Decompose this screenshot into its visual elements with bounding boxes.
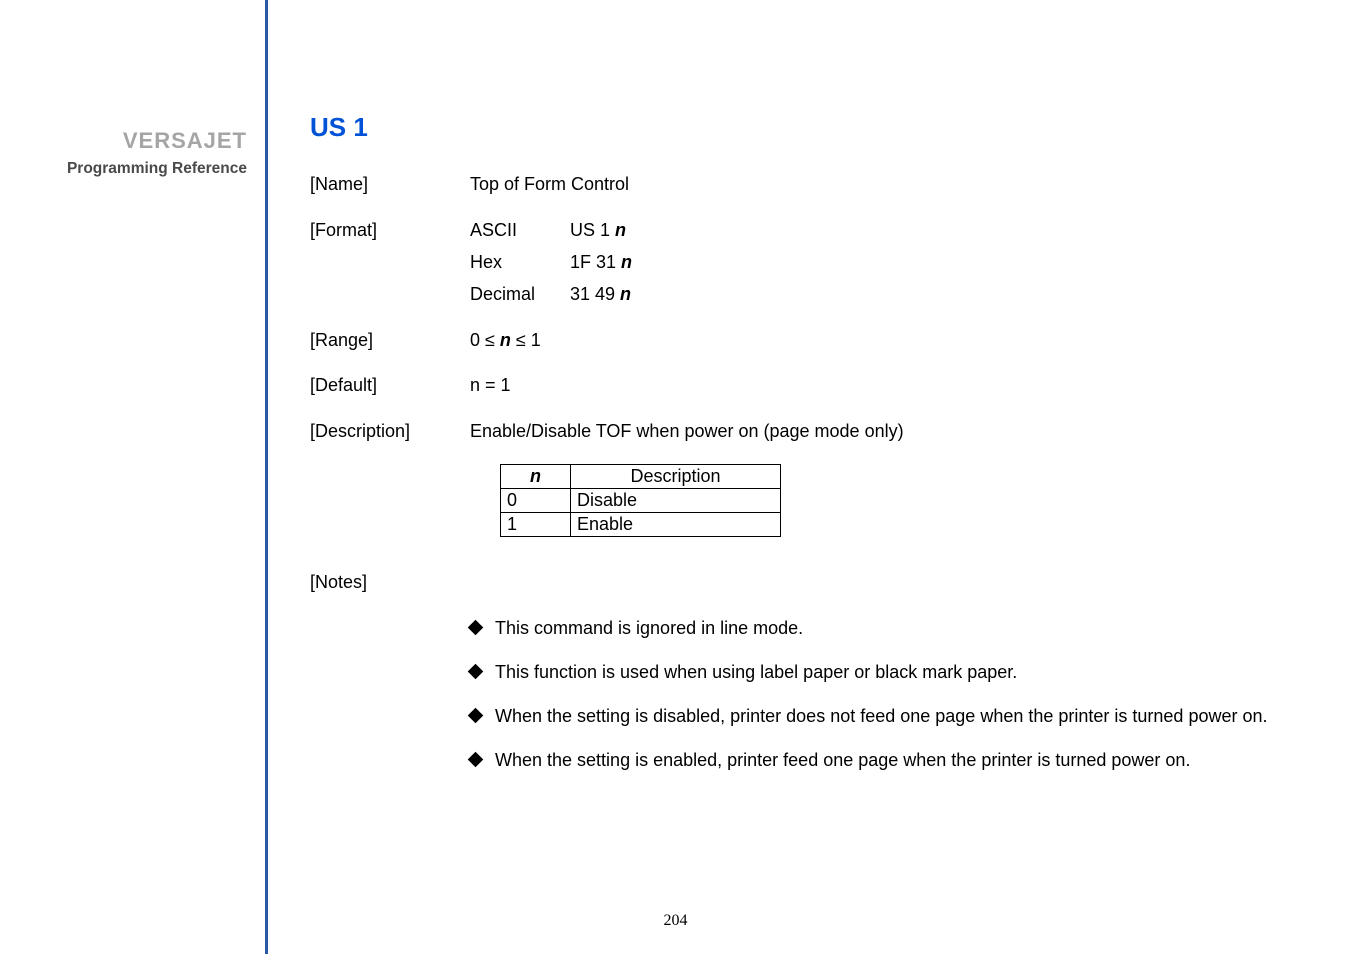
range-value: 0 ≤ n ≤ 1 — [470, 327, 1320, 355]
bullet-item: This function is used when using label p… — [470, 659, 1320, 685]
command-title: US 1 — [310, 112, 1320, 143]
decimal-label: Decimal — [470, 281, 570, 309]
range-label: [Range] — [310, 327, 470, 355]
default-value: n = 1 — [470, 372, 1320, 400]
bullet-text: This function is used when using label p… — [495, 659, 1320, 685]
diamond-icon — [468, 752, 484, 768]
notes-bullets: This command is ignored in line mode. Th… — [470, 615, 1320, 773]
table-header-n: n — [501, 465, 571, 489]
diamond-icon — [468, 708, 484, 724]
table-cell-n: 0 — [501, 489, 571, 513]
format-row: [Format] ASCII US 1 n Hex 1F 31 n Decima… — [310, 217, 1320, 309]
decimal-value: 31 49 n — [570, 281, 1320, 309]
bullet-item: When the setting is enabled, printer fee… — [470, 747, 1320, 773]
range-row: [Range] 0 ≤ n ≤ 1 — [310, 327, 1320, 355]
description-label: [Description] — [310, 418, 470, 446]
sidebar: VERSAJET Programming Reference — [0, 0, 268, 954]
page-number: 204 — [664, 912, 688, 930]
default-label: [Default] — [310, 372, 470, 400]
brand-name: VERSAJET — [123, 128, 247, 154]
bullet-item: When the setting is disabled, printer do… — [470, 703, 1320, 729]
name-row: [Name] Top of Form Control — [310, 171, 1320, 199]
hex-label: Hex — [470, 249, 570, 277]
notes-label: [Notes] — [310, 569, 470, 597]
diamond-icon — [468, 620, 484, 636]
table-row: 0 Disable — [501, 489, 781, 513]
name-value: Top of Form Control — [470, 171, 1320, 199]
diamond-icon — [468, 664, 484, 680]
table-cell-desc: Disable — [571, 489, 781, 513]
reference-subtitle: Programming Reference — [67, 160, 247, 178]
bullet-text: This command is ignored in line mode. — [495, 615, 1320, 641]
ascii-label: ASCII — [470, 217, 570, 245]
format-label: [Format] — [310, 217, 470, 309]
default-row: [Default] n = 1 — [310, 372, 1320, 400]
description-table: n Description 0 Disable 1 Enable — [500, 464, 781, 537]
format-table: ASCII US 1 n Hex 1F 31 n Decimal 31 49 n — [470, 217, 1320, 309]
hex-value: 1F 31 n — [570, 249, 1320, 277]
ascii-value: US 1 n — [570, 217, 1320, 245]
table-row: 1 Enable — [501, 513, 781, 537]
description-row: [Description] Enable/Disable TOF when po… — [310, 418, 1320, 446]
bullet-text: When the setting is disabled, printer do… — [495, 703, 1320, 729]
bullet-text: When the setting is enabled, printer fee… — [495, 747, 1320, 773]
table-header-description: Description — [571, 465, 781, 489]
main-content: US 1 [Name] Top of Form Control [Format]… — [310, 112, 1320, 792]
table-cell-n: 1 — [501, 513, 571, 537]
name-label: [Name] — [310, 171, 470, 199]
bullet-item: This command is ignored in line mode. — [470, 615, 1320, 641]
table-cell-desc: Enable — [571, 513, 781, 537]
notes-row: [Notes] — [310, 569, 1320, 597]
description-value: Enable/Disable TOF when power on (page m… — [470, 418, 1320, 446]
